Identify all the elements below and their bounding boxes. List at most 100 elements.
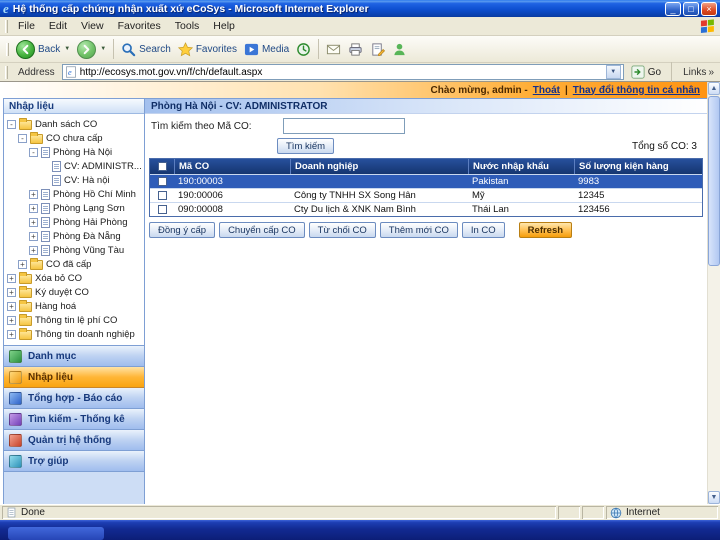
menu-item-file[interactable]: File (11, 18, 42, 34)
expand-icon[interactable]: + (7, 287, 16, 297)
minimize-button[interactable]: _ (665, 1, 681, 16)
accordion-button-4[interactable]: Tìm kiếm - Thống kê (4, 409, 144, 430)
tree-item[interactable]: - Danh sách CO (4, 117, 144, 131)
taskbar-button[interactable] (8, 527, 104, 540)
menu-item-help[interactable]: Help (206, 18, 242, 34)
close-button[interactable]: × (701, 1, 717, 16)
refresh-button[interactable]: Refresh (518, 222, 573, 238)
vertical-scrollbar[interactable]: ▲ ▼ (707, 82, 720, 504)
expand-icon[interactable]: + (29, 245, 38, 255)
tree-item[interactable]: + Phòng Đà Nẵng (4, 229, 144, 243)
print-button[interactable] (345, 40, 366, 59)
menu-item-favorites[interactable]: Favorites (111, 18, 168, 34)
tree-item-label: Phòng Hà Nội (53, 146, 113, 158)
doc-icon (52, 174, 61, 186)
tree-item-label: CO đã cấp (46, 258, 92, 270)
expand-icon[interactable]: + (7, 301, 16, 311)
column-header: Doanh nghiệp (290, 159, 468, 174)
menu-item-edit[interactable]: Edit (42, 18, 74, 34)
history-button[interactable] (293, 40, 314, 59)
navigation-toolbar: Back ▼ ▼ Search Favorites Media (0, 36, 720, 63)
action-button-3[interactable]: Từ chối CO (308, 222, 376, 238)
expand-icon[interactable]: + (29, 231, 38, 241)
action-button-4[interactable]: Thêm mới CO (379, 222, 458, 238)
row-checkbox[interactable] (157, 191, 167, 200)
back-dropdown-icon[interactable]: ▼ (64, 46, 70, 52)
tree-item[interactable]: CV: Hà nội (4, 173, 144, 187)
mail-icon (327, 44, 341, 54)
checkbox-cell (150, 177, 174, 186)
logout-link[interactable]: Thoát (533, 85, 560, 96)
collapse-icon[interactable]: - (29, 147, 38, 157)
scroll-down-button[interactable]: ▼ (708, 491, 720, 504)
tree-item[interactable]: + Phòng Hải Phòng (4, 215, 144, 229)
accordion-button-1[interactable]: Danh mục (4, 346, 144, 367)
tree-item-label: Phòng Hồ Chí Minh (53, 188, 136, 200)
expand-icon[interactable]: + (7, 315, 16, 325)
address-url[interactable]: http://ecosys.mot.gov.vn/f/ch/default.as… (80, 67, 603, 78)
links-button[interactable]: Links » (679, 67, 718, 78)
address-dropdown-button[interactable]: ▼ (605, 65, 621, 79)
scroll-track[interactable] (708, 267, 720, 491)
collapse-icon[interactable]: - (7, 119, 16, 129)
tree-item[interactable]: + Ký duyệt CO (4, 285, 144, 299)
row-checkbox[interactable] (157, 177, 167, 186)
tree-item[interactable]: + Thông tin lệ phí CO (4, 313, 144, 327)
action-button-2[interactable]: Chuyển cấp CO (219, 222, 305, 238)
tree-item[interactable]: + Xóa bỏ CO (4, 271, 144, 285)
select-all-checkbox[interactable] (157, 162, 167, 171)
tree-item[interactable]: CV: ADMINISTR... (4, 159, 144, 173)
maximize-button[interactable]: □ (683, 1, 699, 16)
tree-item[interactable]: - CO chưa cấp (4, 131, 144, 145)
forward-dropdown-icon[interactable]: ▼ (100, 46, 106, 52)
table-row[interactable]: 190:00003 Pakistan 9983 (150, 174, 702, 188)
go-button[interactable]: Go (628, 65, 664, 79)
edit-button[interactable] (367, 40, 388, 59)
search-submit-button[interactable]: Tìm kiếm (277, 138, 335, 154)
back-button[interactable]: Back ▼ (13, 38, 73, 61)
accordion-button-3[interactable]: Tổng hợp - Báo cáo (4, 388, 144, 409)
accordion-button-2[interactable]: Nhập liệu (4, 367, 144, 388)
table-row[interactable]: 090:00008 Cty Du lịch & XNK Nam Bình Thái … (150, 202, 702, 216)
mail-button[interactable] (323, 40, 344, 59)
tree-item[interactable]: - Phòng Hà Nội (4, 145, 144, 159)
accordion-button-6[interactable]: Trợ giúp (4, 451, 144, 472)
expand-icon[interactable]: + (18, 259, 27, 269)
tree-item[interactable]: + Phòng Vũng Tàu (4, 243, 144, 257)
messenger-icon (394, 43, 405, 55)
tree-item[interactable]: + Thông tin doanh nghiệp (4, 327, 144, 341)
table-row[interactable]: 190:00006 Công ty TNHH SX Song Hân Mỹ 12345 (150, 188, 702, 202)
tree-item[interactable]: + Phòng Hồ Chí Minh (4, 187, 144, 201)
tree-item[interactable]: + Hàng hoá (4, 299, 144, 313)
folder-icon (19, 286, 32, 298)
sidebar-filler (4, 472, 144, 504)
collapse-icon[interactable]: - (18, 133, 27, 143)
expand-icon[interactable]: + (7, 329, 16, 339)
scroll-up-button[interactable]: ▲ (708, 82, 720, 95)
expand-icon[interactable]: + (29, 217, 38, 227)
action-button-5[interactable]: In CO (461, 222, 505, 238)
search-input[interactable] (283, 118, 405, 134)
select-all-cell (150, 159, 174, 174)
scroll-thumb[interactable] (708, 96, 720, 266)
expand-icon[interactable]: + (29, 203, 38, 213)
tree-item[interactable]: + Phòng Lạng Sơn (4, 201, 144, 215)
tree-item[interactable]: + CO đã cấp (4, 257, 144, 271)
action-button-1[interactable]: Đồng ý cấp (149, 222, 216, 238)
accordion-button-5[interactable]: Quản trị hệ thống (4, 430, 144, 451)
row-checkbox[interactable] (157, 205, 167, 214)
address-input[interactable]: e http://ecosys.mot.gov.vn/f/ch/default.… (61, 64, 624, 80)
media-button[interactable]: Media (241, 40, 292, 59)
search-button[interactable]: Search (118, 40, 174, 59)
messenger-button[interactable] (389, 40, 410, 59)
folder-icon (19, 300, 32, 312)
doc-icon (41, 146, 50, 158)
table-cell: Thái Lan (472, 204, 509, 215)
expand-icon[interactable]: + (7, 273, 16, 283)
forward-button[interactable]: ▼ (74, 38, 109, 61)
menu-item-view[interactable]: View (74, 18, 111, 34)
expand-icon[interactable]: + (29, 189, 38, 199)
favorites-button[interactable]: Favorites (175, 40, 240, 59)
menu-item-tools[interactable]: Tools (168, 18, 207, 34)
change-info-link[interactable]: Thay đổi thông tin cá nhân (573, 85, 700, 96)
